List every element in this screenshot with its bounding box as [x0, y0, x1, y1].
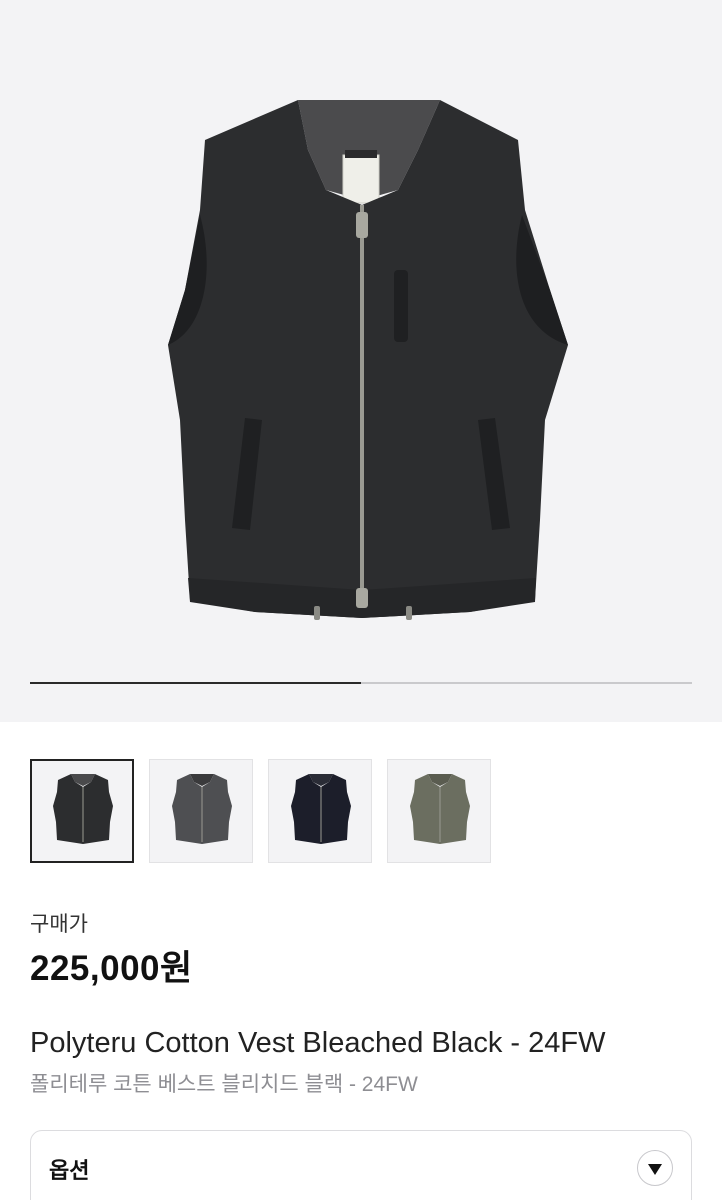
- price-label: 구매가: [30, 913, 88, 936]
- color-thumbnail-charcoal[interactable]: [149, 759, 253, 863]
- price-value: 225,000원: [30, 949, 193, 988]
- product-name-ko: 폴리테루 코튼 베스트 블리치드 블랙 - 24FW: [30, 1073, 418, 1096]
- color-thumbnail-navy[interactable]: [268, 759, 372, 863]
- option-select[interactable]: 옵션: [30, 1130, 692, 1200]
- color-thumbnail-list: [30, 759, 491, 863]
- vest-thumbnail-image: [291, 774, 351, 844]
- vest-illustration: [168, 100, 568, 620]
- image-carousel-progress: [30, 682, 692, 684]
- image-carousel-progress-fill: [30, 682, 361, 684]
- color-thumbnail-bleached-black[interactable]: [30, 759, 134, 863]
- color-thumbnail-olive[interactable]: [387, 759, 491, 863]
- chevron-down-icon[interactable]: [637, 1150, 673, 1186]
- option-label: 옵션: [49, 1158, 90, 1183]
- vest-thumbnail-image: [53, 774, 113, 844]
- vest-thumbnail-image: [172, 774, 232, 844]
- product-name-en: Polyteru Cotton Vest Bleached Black - 24…: [30, 1027, 606, 1059]
- product-image[interactable]: [0, 0, 722, 722]
- vest-thumbnail-image: [410, 774, 470, 844]
